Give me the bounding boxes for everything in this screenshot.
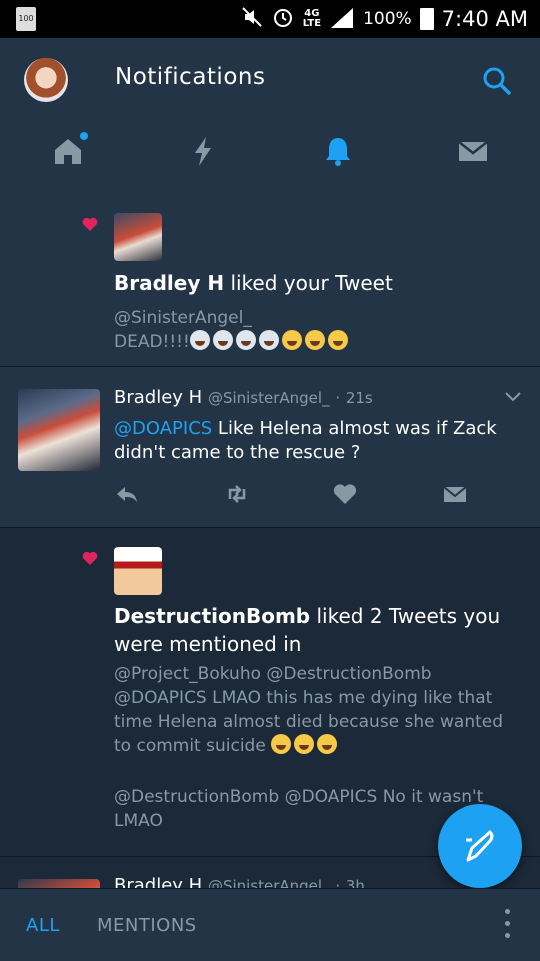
reply-icon[interactable]: [114, 481, 140, 507]
clock: 7:40 AM: [441, 7, 528, 31]
like-notification[interactable]: Bradley H liked your Tweet @SinisterAnge…: [0, 194, 540, 367]
notification-action: liked your Tweet: [230, 271, 393, 295]
tweet-handle: @SinisterAngel_: [207, 389, 330, 407]
envelope-icon: [457, 141, 488, 161]
overflow-menu-icon[interactable]: [505, 909, 511, 941]
tweet-item[interactable]: Bradley H @SinisterAngel_ · 21s @DOAPICS…: [0, 367, 540, 528]
liked-tweet-text: DEAD!!!!: [114, 332, 190, 352]
alarm-icon: [271, 5, 295, 34]
home-unread-dot: [80, 132, 88, 140]
user-avatar[interactable]: [114, 213, 162, 261]
notifications-feed[interactable]: Bradley H liked your Tweet @SinisterAnge…: [0, 194, 540, 888]
laughing-emoji-icon: [317, 734, 338, 754]
battery-percent: 100%: [363, 9, 412, 29]
status-bar: 100 4G LTE 100% 7:40 AM: [0, 0, 540, 38]
tweet-time: 21s: [345, 389, 373, 407]
laughing-emoji-icon: [327, 330, 348, 350]
tweet-author[interactable]: Bradley H: [114, 387, 202, 408]
user-avatar[interactable]: [18, 389, 100, 471]
page-title: Notifications: [115, 64, 266, 90]
like-notification[interactable]: DestructionBomb liked 2 Tweets you were …: [0, 528, 540, 857]
tweet-header: Bradley H @SinisterAngel_ · 3h: [114, 875, 365, 888]
like-icon[interactable]: [332, 481, 358, 507]
status-icons: 4G LTE 100% 7:40 AM: [241, 5, 528, 33]
user-avatar[interactable]: [114, 547, 162, 595]
tab-moments[interactable]: [135, 116, 270, 194]
notification-headline: Bradley H liked your Tweet: [114, 269, 514, 297]
notification-handle: @SinisterAngel_: [114, 308, 252, 328]
tab-notifications[interactable]: [270, 116, 405, 194]
tab-messages[interactable]: [405, 116, 540, 194]
filter-mentions-tab[interactable]: MENTIONS: [97, 915, 197, 936]
filter-all-tab[interactable]: ALL: [26, 915, 60, 936]
tweet-separator: ·: [335, 389, 341, 407]
laughing-emoji-icon: [294, 734, 315, 754]
notification-tweet-text: DEAD!!!!: [114, 330, 524, 354]
heart-icon: [82, 551, 98, 565]
notification-headline: DestructionBomb liked 2 Tweets you were …: [114, 602, 514, 658]
bell-icon: [325, 138, 350, 166]
scream-emoji-icon: [189, 330, 210, 350]
laughing-emoji-icon: [281, 330, 302, 350]
chevron-down-icon[interactable]: [504, 391, 522, 403]
bottom-filter-bar: ALL MENTIONS: [0, 888, 540, 961]
signal-icon: [329, 6, 355, 32]
profile-avatar[interactable]: [24, 58, 68, 102]
battery-icon: [419, 8, 434, 30]
search-icon[interactable]: [480, 64, 514, 98]
laughing-emoji-icon: [304, 330, 325, 350]
notification-user: DestructionBomb: [114, 604, 311, 628]
tweet-mention[interactable]: @DOAPICS: [114, 418, 212, 439]
retweet-icon[interactable]: [224, 481, 250, 507]
tweet-time: 3h: [345, 877, 365, 888]
scream-emoji-icon: [235, 330, 256, 350]
scream-emoji-icon: [212, 330, 233, 350]
tweet-header: Bradley H @SinisterAngel_ · 21s: [114, 387, 373, 408]
compose-tweet-button[interactable]: [438, 804, 522, 888]
tweet-actions: [114, 481, 474, 507]
heart-icon: [82, 217, 98, 231]
laughing-emoji-icon: [271, 734, 292, 754]
scream-emoji-icon: [258, 330, 279, 350]
quill-icon: [466, 830, 494, 862]
tweet-author[interactable]: Bradley H: [114, 875, 202, 888]
home-icon: [54, 139, 81, 164]
tweet-text: @DOAPICS Like Helena almost was if Zack …: [114, 417, 514, 465]
tab-bar: [0, 116, 540, 271]
notification-badge-icon: 100: [16, 7, 36, 31]
notification-user: Bradley H: [114, 271, 225, 295]
network-lte: LTE: [302, 18, 322, 29]
tweet-separator: ·: [335, 877, 341, 888]
direct-message-icon[interactable]: [442, 481, 468, 507]
user-avatar[interactable]: [18, 879, 100, 888]
lightning-icon: [194, 137, 211, 166]
tab-home[interactable]: [0, 116, 135, 194]
app-header: Notifications: [0, 38, 540, 271]
mute-icon: [241, 6, 263, 33]
tweet-handle: @SinisterAngel_: [207, 877, 330, 888]
notification-tweet-text: @Project_Bokuho @DestructionBomb @DOAPIC…: [114, 662, 524, 758]
network-type-icon: 4G LTE: [303, 9, 321, 29]
